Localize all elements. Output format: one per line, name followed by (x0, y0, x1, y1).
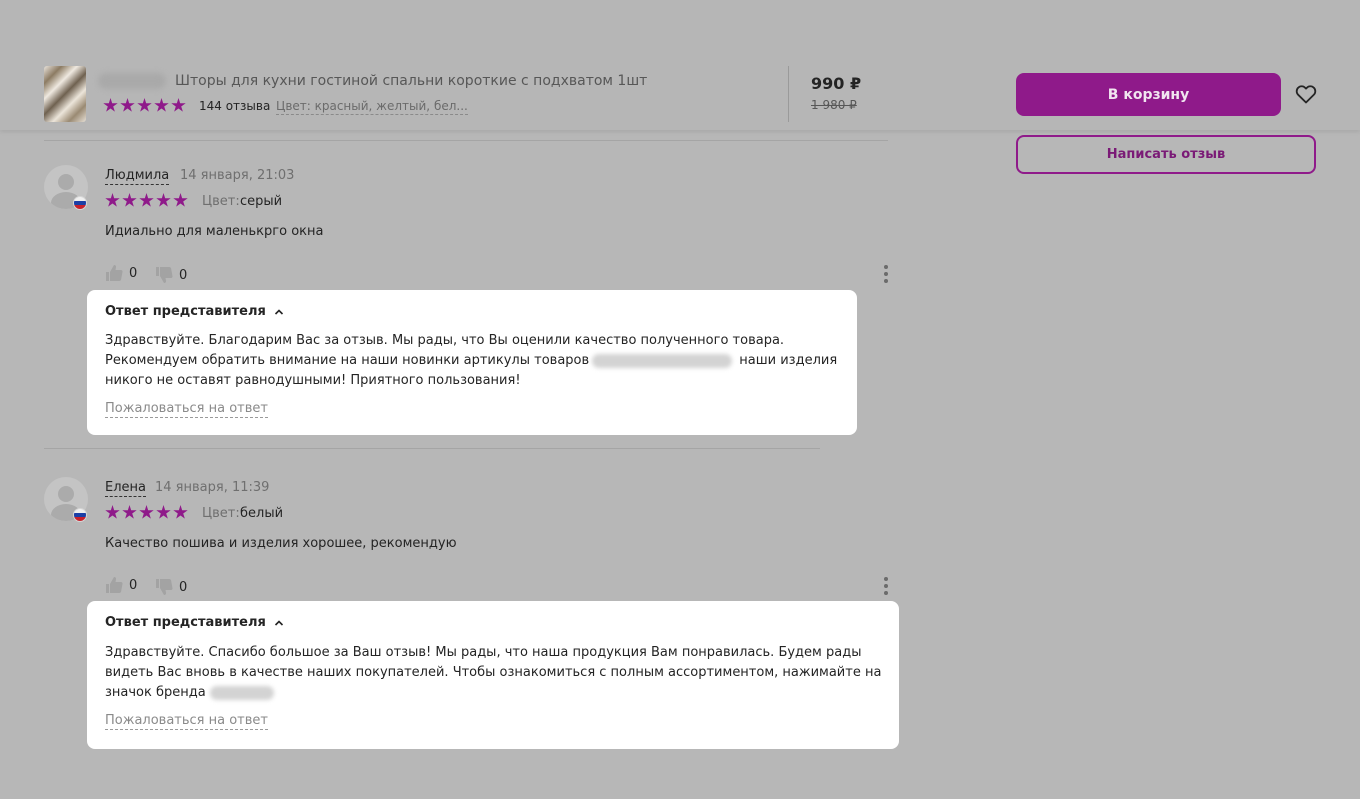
chevron-up-icon (274, 619, 283, 626)
star-icon (171, 98, 186, 112)
review-color-value: серый (240, 194, 283, 209)
star-icon (173, 505, 188, 519)
dislike-count: 0 (179, 579, 188, 595)
review-author[interactable]: Елена (105, 480, 146, 497)
write-review-button[interactable]: Написать отзыв (1016, 135, 1316, 174)
star-icon (173, 193, 188, 207)
reply-title: Ответ представителя (105, 304, 266, 319)
product-thumbnail[interactable] (44, 66, 86, 122)
review-date: 14 января, 11:39 (155, 480, 270, 495)
star-icon (156, 505, 171, 519)
brand-name-blurred[interactable] (98, 73, 166, 89)
heart-icon[interactable] (1294, 82, 1318, 106)
review-color-label: Цвет: (202, 506, 240, 521)
old-price: 1 980 ₽ (811, 98, 857, 112)
color-options-link[interactable]: Цвет: красный, желтый, бел... (276, 99, 468, 115)
review-text: Качество пошива и изделия хорошее, реком… (105, 536, 457, 551)
header-divider (788, 66, 789, 122)
dislike-button[interactable]: 0 (155, 578, 187, 596)
chevron-up-icon (274, 308, 283, 315)
review-date: 14 января, 21:03 (180, 168, 295, 183)
reply-header-toggle[interactable]: Ответ представителя (105, 615, 284, 630)
divider (44, 448, 820, 449)
thumbs-down-icon (156, 267, 173, 283)
reply-header-toggle[interactable]: Ответ представителя (105, 304, 284, 319)
flag-ru-icon (73, 508, 87, 522)
star-icon (122, 505, 137, 519)
thumbs-up-icon (106, 577, 123, 593)
star-icon (156, 193, 171, 207)
star-icon (139, 193, 154, 207)
star-icon (105, 505, 120, 519)
divider (44, 140, 888, 141)
flag-ru-icon (73, 196, 87, 210)
seller-reply: Ответ представителя Здравствуйте. Благод… (87, 290, 857, 435)
thumbs-up-icon (106, 265, 123, 281)
dislike-button[interactable]: 0 (155, 266, 187, 284)
review-rating-stars (105, 505, 188, 520)
review-text: Идиально для маленькрго окна (105, 224, 324, 239)
like-count: 0 (129, 577, 138, 593)
product-rating-stars (103, 98, 186, 113)
seller-reply: Ответ представителя Здравствуйте. Спасиб… (87, 601, 899, 749)
review-author[interactable]: Людмила (105, 168, 170, 185)
star-icon (139, 505, 154, 519)
blurred-brand-name (209, 685, 274, 700)
star-icon (105, 193, 120, 207)
star-icon (137, 98, 152, 112)
more-options-icon[interactable] (884, 577, 888, 595)
reply-title: Ответ представителя (105, 615, 266, 630)
review-color-label: Цвет: (202, 194, 240, 209)
review-color-value: белый (240, 506, 284, 521)
product-title[interactable]: Шторы для кухни гостиной спальни коротки… (175, 73, 647, 89)
complain-link[interactable]: Пожаловаться на ответ (105, 401, 268, 418)
star-icon (103, 98, 118, 112)
price: 990 ₽ (811, 74, 862, 93)
reviews-count[interactable]: 144 отзыва (199, 99, 270, 113)
dislike-count: 0 (179, 267, 188, 283)
thumbs-down-icon (156, 579, 173, 595)
star-icon (120, 98, 135, 112)
like-button[interactable]: 0 (105, 576, 137, 594)
reply-text: Здравствуйте. Благодарим Вас за отзыв. М… (105, 333, 838, 388)
review-rating-stars (105, 193, 188, 208)
complain-link[interactable]: Пожаловаться на ответ (105, 713, 268, 730)
blurred-article-numbers (592, 353, 733, 368)
like-button[interactable]: 0 (105, 264, 137, 282)
reply-text: Здравствуйте. Спасибо большое за Ваш отз… (105, 645, 882, 700)
like-count: 0 (129, 265, 138, 281)
star-icon (154, 98, 169, 112)
more-options-icon[interactable] (884, 265, 888, 283)
add-to-cart-button[interactable]: В корзину (1016, 73, 1281, 116)
star-icon (122, 193, 137, 207)
